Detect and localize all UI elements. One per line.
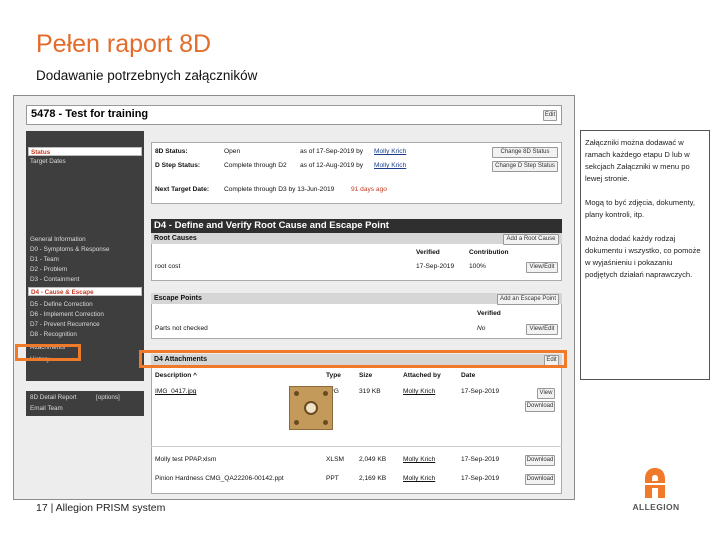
record-title: 5478 - Test for training bbox=[31, 108, 149, 120]
slide-title: Pełen raport 8D bbox=[36, 30, 212, 58]
options-link[interactable]: [options] bbox=[94, 393, 138, 402]
sidebar-item-d0[interactable]: D0 - Symptoms & Response bbox=[28, 245, 142, 254]
sidebar-item-detail-report[interactable]: 8D Detail Report bbox=[28, 393, 88, 402]
attachment-3-type: PPT bbox=[326, 475, 339, 482]
attachment-2-date: 17-Sep-2019 bbox=[461, 456, 500, 463]
note-3: Można dodać każdy rodzaj dokumentu i wsz… bbox=[585, 234, 701, 279]
note-1: Załączniki można dodawać w ramach każdeg… bbox=[585, 138, 690, 183]
rc-contribution-header: Contribution bbox=[469, 249, 509, 256]
sidebar-item-d7[interactable]: D7 - Prevent Recurrence bbox=[28, 320, 142, 329]
col-description-header[interactable]: Description ^ bbox=[155, 372, 197, 379]
attachment-1-download-button[interactable]: Download bbox=[525, 401, 555, 412]
slide-subtitle: Dodawanie potrzebnych załączników bbox=[36, 68, 258, 83]
logo-text: ALLEGION bbox=[632, 502, 680, 512]
row-divider bbox=[151, 446, 562, 447]
dstep-user-link[interactable]: Molly Krich bbox=[374, 162, 406, 169]
sidebar-bottom: 8D Detail Report [options] Email Team bbox=[26, 391, 144, 416]
slide-footer: 17 | Allegion PRISM system bbox=[36, 502, 166, 514]
highlight-d4-attachments bbox=[139, 350, 567, 368]
col-type-header[interactable]: Type bbox=[326, 372, 341, 379]
next-target-label: Next Target Date: bbox=[155, 186, 210, 193]
attachment-3-user-link[interactable]: Molly Krich bbox=[403, 475, 435, 482]
status-user-link[interactable]: Molly Krich bbox=[374, 148, 406, 155]
change-8d-status-button[interactable]: Change 8D Status bbox=[492, 147, 558, 158]
attachment-2-description[interactable]: Molly test PPAP.xlsm bbox=[155, 456, 216, 463]
thumbnail-bolt bbox=[323, 420, 328, 425]
col-date-header[interactable]: Date bbox=[461, 372, 475, 379]
ep-verified-header: Verified bbox=[477, 310, 501, 317]
attachment-1-view-button[interactable]: View bbox=[537, 388, 555, 399]
dstep-status-value: Complete through D2 bbox=[224, 162, 287, 169]
attachment-1-date: 17-Sep-2019 bbox=[461, 388, 500, 395]
sidebar-item-d2[interactable]: D2 - Problem bbox=[28, 265, 142, 274]
status-info: as of 17-Sep-2019 by bbox=[300, 148, 364, 155]
app-header: 5478 - Test for training Edit bbox=[26, 105, 562, 125]
dstep-status-label: D Step Status: bbox=[155, 162, 201, 169]
attachment-3-size: 2,169 KB bbox=[359, 475, 387, 482]
attachment-2-type: XLSM bbox=[326, 456, 344, 463]
col-size-header[interactable]: Size bbox=[359, 372, 372, 379]
attachment-2-user-link[interactable]: Molly Krich bbox=[403, 456, 435, 463]
add-root-cause-button[interactable]: Add a Root Cause bbox=[503, 234, 559, 245]
d4-section-header: D4 - Define and Verify Root Cause and Es… bbox=[151, 219, 562, 233]
attachment-2-download-button[interactable]: Download bbox=[525, 455, 555, 466]
thumbnail-hole bbox=[304, 401, 318, 415]
sidebar-item-d1[interactable]: D1 - Team bbox=[28, 255, 142, 264]
change-dstep-status-button[interactable]: Change D Step Status bbox=[492, 161, 558, 172]
root-cause-name: root cost bbox=[155, 263, 181, 270]
attachment-1-description[interactable]: IMG_0417.jpg bbox=[155, 388, 196, 395]
root-causes-header: Root Causes bbox=[151, 233, 562, 244]
attachment-3-date: 17-Sep-2019 bbox=[461, 475, 500, 482]
root-cause-verified: 17-Sep-2019 bbox=[416, 263, 455, 270]
attachments-panel bbox=[151, 354, 562, 494]
dstep-status-info: as of 12-Aug-2019 by bbox=[300, 162, 364, 169]
sidebar-item-d8[interactable]: D8 - Recognition bbox=[28, 330, 142, 339]
sidebar-item-email-team[interactable]: Email Team bbox=[28, 404, 142, 413]
col-attached-by-header[interactable]: Attached by bbox=[403, 372, 441, 379]
days-ago-badge: 91 days ago bbox=[351, 186, 387, 193]
highlight-attachments-menu bbox=[15, 344, 81, 361]
escape-point-name: Parts not checked bbox=[155, 325, 208, 332]
attachment-1-size: 319 KB bbox=[359, 388, 381, 395]
thumbnail-bolt bbox=[323, 391, 328, 396]
escape-point-view-edit-button[interactable]: View/Edit bbox=[526, 324, 558, 335]
sidebar-item-d6[interactable]: D6 - Implement Correction bbox=[28, 310, 142, 319]
edit-record-button[interactable]: Edit bbox=[543, 110, 557, 121]
status-value: Open bbox=[224, 148, 241, 155]
sidebar-item-d3[interactable]: D3 - Containment bbox=[28, 275, 142, 284]
allegion-logo: ALLEGION bbox=[624, 468, 688, 516]
sidebar-item-target-dates[interactable]: Target Dates bbox=[28, 157, 142, 166]
sidebar-item-general-information[interactable]: General Information bbox=[28, 235, 142, 244]
attachment-3-description[interactable]: Pinion Hardness CMG_QA22206-00142.ppt bbox=[155, 475, 284, 482]
notes-box: Załączniki można dodawać w ramach każdeg… bbox=[580, 130, 710, 380]
attachment-2-size: 2,049 KB bbox=[359, 456, 387, 463]
add-escape-point-button[interactable]: Add an Escape Point bbox=[497, 294, 559, 305]
next-target-value: Complete through D3 by 13-Jun-2019 bbox=[224, 186, 335, 193]
rc-verified-header: Verified bbox=[416, 249, 440, 256]
sidebar-item-d4[interactable]: D4 - Cause & Escape bbox=[28, 287, 142, 296]
thumbnail-bolt bbox=[294, 391, 299, 396]
root-cause-view-edit-button[interactable]: View/Edit bbox=[526, 262, 558, 273]
status-label: 8D Status: bbox=[155, 148, 188, 155]
allegion-logo-icon bbox=[644, 468, 666, 498]
sidebar-item-d5[interactable]: D5 - Define Correction bbox=[28, 300, 142, 309]
escape-point-verified: No bbox=[477, 325, 486, 332]
note-2: Mogą to być zdjęcia, dokumenty, plany ko… bbox=[585, 198, 696, 219]
root-cause-contribution: 100% bbox=[469, 263, 486, 270]
attachment-3-download-button[interactable]: Download bbox=[525, 474, 555, 485]
attachment-1-thumbnail[interactable] bbox=[289, 386, 333, 430]
sidebar-item-status[interactable]: Status bbox=[28, 147, 142, 156]
thumbnail-bolt bbox=[294, 420, 299, 425]
screenshot-panel: 5478 - Test for training Edit Status Tar… bbox=[13, 95, 575, 500]
attachment-1-user-link[interactable]: Molly Krich bbox=[403, 388, 435, 395]
